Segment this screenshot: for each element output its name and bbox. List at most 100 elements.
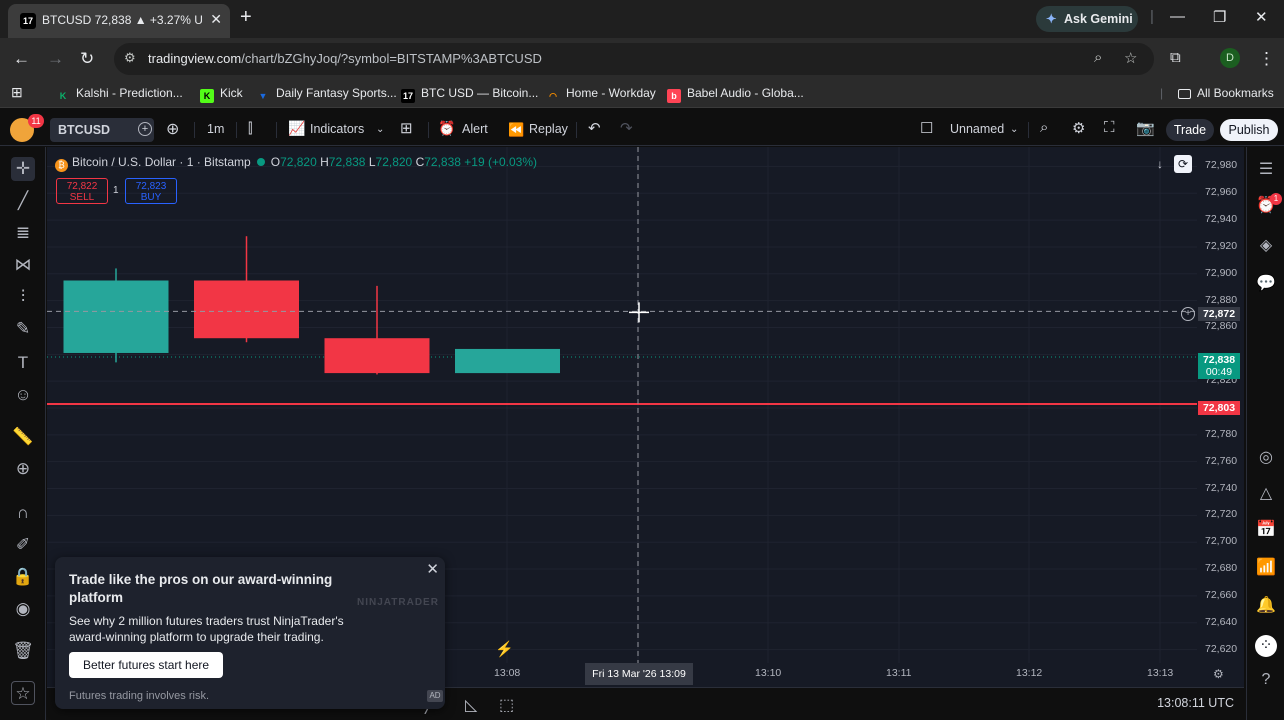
help-icon[interactable]: ? (1255, 669, 1277, 691)
candle-style-icon[interactable]: ⫿ (248, 120, 252, 137)
alert-button[interactable]: Alert (462, 122, 488, 136)
calendar-icon[interactable]: 📅 (1255, 519, 1277, 541)
trash-icon[interactable]: 🗑 (11, 639, 35, 663)
settings-gear-icon[interactable]: ⚙ (1072, 119, 1085, 137)
scroll-down-icon[interactable]: ↓ (1151, 155, 1169, 173)
favorites-star-icon[interactable]: ☆ (11, 681, 35, 705)
ask-gemini-button[interactable]: ✦ Ask Gemini (1036, 6, 1138, 32)
promo-cta-button[interactable]: Better futures start here (69, 652, 224, 678)
bookmark-kick[interactable]: K Kick (200, 86, 243, 103)
url-bar[interactable]: ⚙ tradingview.com/chart/bZGhyJoq/?symbol… (114, 43, 1154, 75)
browser-tab[interactable]: 17 BTCUSD 72,838 ▲ +3.27% Unnamed ✕ (8, 4, 230, 38)
prediction-icon[interactable]: ⫶ (11, 285, 35, 309)
back-icon[interactable]: ← (13, 49, 30, 69)
price-tick-label: 72,880 (1205, 293, 1238, 306)
text-tool-icon[interactable]: T (11, 351, 35, 375)
site-info-icon[interactable]: ⚙ (124, 50, 136, 66)
notifications-bell-icon[interactable]: 🔔 (1255, 595, 1277, 617)
bookmark-kalshi[interactable]: K Kalshi - Prediction... (56, 86, 183, 103)
url-text: tradingview.com/chart/bZGhyJoq/?symbol=B… (148, 51, 542, 66)
window-close-icon[interactable]: ✕ (1255, 8, 1268, 26)
lock-icon[interactable]: 🔒 (11, 565, 35, 589)
publish-button[interactable]: Publish (1220, 119, 1278, 141)
zoom-search-icon[interactable]: ⌕ (1094, 49, 1102, 66)
apps-grid-icon[interactable]: ⁘ (1255, 635, 1277, 657)
apps-grid-icon[interactable]: ⊞ (11, 84, 23, 101)
cast-icon[interactable]: ⧉ (1170, 49, 1181, 66)
undo-icon[interactable]: ↶ (588, 119, 601, 137)
candle-body[interactable] (455, 348, 560, 374)
reload-icon[interactable]: ↻ (80, 49, 94, 69)
new-tab-icon[interactable]: + (240, 6, 252, 29)
axis-settings-gear-icon[interactable]: ⚙ (1213, 667, 1224, 681)
layout-square-icon[interactable]: ☐ (920, 119, 933, 137)
chat-icon[interactable]: 💬 (1255, 273, 1277, 295)
signal-icon[interactable]: 📶 (1255, 557, 1277, 579)
fullscreen-icon[interactable]: ⛶ (1104, 119, 1115, 136)
tab-close-icon[interactable]: ✕ (210, 11, 222, 28)
bookmark-star-icon[interactable]: ☆ (1124, 49, 1137, 67)
menu-dots-icon[interactable]: ⋮ (1258, 49, 1275, 69)
divider (428, 122, 429, 138)
ideas-triangle-icon[interactable]: △ (1255, 483, 1277, 505)
pattern-icon[interactable]: ⋈ (11, 253, 35, 277)
add-symbol-icon[interactable]: ⊕ (166, 119, 179, 139)
camera-snapshot-icon[interactable]: 📷 (1136, 119, 1155, 137)
target-icon[interactable]: ◎ (1255, 447, 1277, 469)
indicators-icon[interactable]: 📈 (288, 120, 305, 137)
bookmark-btc[interactable]: 17 BTC USD — Bitcoin... (401, 86, 538, 103)
events-lightning-icon[interactable]: ⚡ (495, 640, 514, 658)
replay-rewind-icon[interactable]: ⏪ (508, 122, 524, 138)
crosshair-icon[interactable]: ✛ (11, 157, 35, 181)
indicators-button[interactable]: Indicators (310, 122, 364, 136)
legend-symbol-name: Bitcoin / U.S. Dollar · 1 · Bitstamp (72, 155, 251, 169)
candle-body[interactable] (324, 338, 430, 374)
zoom-in-icon[interactable]: ⊕ (11, 457, 35, 481)
sell-button[interactable]: 72,822 SELL (56, 178, 108, 204)
candle-body[interactable] (63, 280, 169, 353)
bookmark-babel[interactable]: b Babel Audio - Globa... (667, 86, 804, 103)
interval-button[interactable]: 1m (207, 122, 224, 136)
red-line-price-tag: 72,803 (1198, 401, 1240, 415)
eye-icon[interactable]: ◉ (11, 597, 35, 621)
mouse-cursor-cross (629, 302, 649, 323)
layout-chevron-icon[interactable]: ⌄ (1010, 124, 1018, 135)
compare-plus-icon[interactable]: + (138, 122, 152, 136)
stay-in-drawing-icon[interactable]: ✐ (11, 533, 35, 557)
symbol-search[interactable]: BTCUSD + (50, 118, 154, 142)
layout-name[interactable]: Unnamed (950, 122, 1004, 136)
profile-avatar[interactable]: D (1220, 48, 1240, 68)
crosshair-price-tag: 72,872 (1198, 307, 1240, 321)
forward-icon[interactable]: → (47, 49, 64, 69)
trade-button[interactable]: Trade (1166, 119, 1214, 141)
buy-button[interactable]: 72,823 BUY (125, 178, 177, 204)
auto-scale-icon[interactable]: ⟳ (1174, 155, 1192, 173)
trend-line-icon[interactable]: ╱ (11, 189, 35, 213)
price-tick-label: 72,940 (1205, 213, 1238, 226)
indicators-chevron-icon[interactable]: ⌄ (376, 124, 384, 135)
all-bookmarks[interactable]: All Bookmarks (1178, 86, 1274, 100)
magnet-icon[interactable]: ∩ (11, 501, 35, 525)
buy-price: 72,823 (135, 181, 167, 192)
add-alert-plus-icon[interactable]: + (1181, 307, 1195, 321)
replay-button[interactable]: Replay (529, 122, 568, 136)
minimize-icon[interactable]: — (1170, 8, 1185, 25)
ruler-icon[interactable]: 📏 (11, 425, 35, 449)
fib-retracement-icon[interactable]: ≣ (11, 221, 35, 245)
brush-icon[interactable]: ✎ (11, 317, 35, 341)
redo-icon[interactable]: ↷ (620, 119, 633, 137)
promo-close-icon[interactable]: ✕ (426, 560, 439, 578)
watchlist-icon[interactable]: ☰ (1255, 159, 1277, 181)
quick-search-icon[interactable]: ⌕ (1040, 119, 1048, 136)
alarm-clock-icon[interactable]: ⏰ (438, 120, 455, 137)
utc-clock[interactable]: 13:08:11 UTC (1157, 696, 1234, 710)
restore-icon[interactable]: ❐ (1213, 8, 1226, 26)
emoji-icon[interactable]: ☺ (11, 383, 35, 407)
layers-icon[interactable]: ◈ (1255, 235, 1277, 257)
templates-grid-icon[interactable]: ⊞ (400, 119, 413, 137)
select-rect-icon[interactable]: ⬚ (499, 695, 514, 715)
polygon-icon[interactable]: ◺ (465, 695, 477, 715)
bookmark-workday[interactable]: ◠ Home - Workday (546, 86, 656, 103)
bookmark-fantasy[interactable]: ▼ Daily Fantasy Sports... (256, 86, 397, 103)
candle-body[interactable] (194, 280, 299, 339)
